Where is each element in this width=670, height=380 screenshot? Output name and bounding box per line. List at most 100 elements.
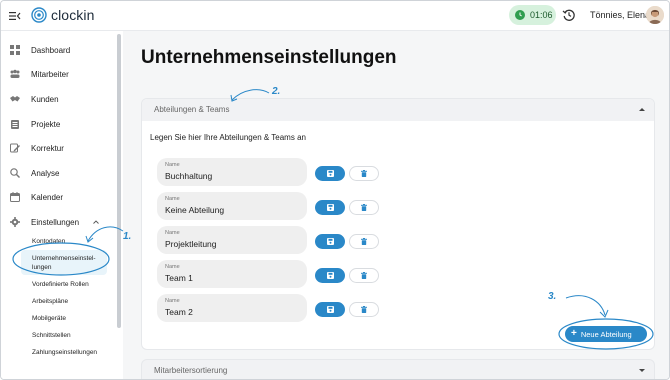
save-button[interactable] (315, 200, 345, 215)
save-icon (326, 272, 334, 279)
trash-icon (361, 272, 367, 279)
sidebar-subitem-unternehmenseinstellungen-line1[interactable]: Unternehmenseinstel- (32, 254, 96, 263)
sidebar-item-label: Einstellungen (31, 217, 80, 227)
clockin-logo[interactable]: clockin (31, 7, 95, 23)
trash-icon (361, 238, 367, 245)
sidebar-item-label: Analyse (31, 168, 60, 178)
sidebar-item-korrektur[interactable]: Korrektur (1, 138, 113, 158)
annotation-step-2: 2. (272, 86, 281, 97)
sidebar-subitem-zahlungseinstellungen[interactable]: Zahlungseinstellungen (32, 348, 97, 357)
sidebar-item-label: Kunden (31, 94, 59, 104)
team-name-field[interactable]: Name Keine Abteilung (157, 192, 307, 220)
field-value: Team 2 (165, 307, 193, 317)
history-icon[interactable] (562, 8, 576, 22)
trash-icon (361, 306, 367, 313)
sidebar-item-label: Projekte (31, 119, 61, 129)
add-department-button[interactable]: + Neue Abteilung (565, 326, 647, 342)
save-icon (326, 306, 334, 313)
sidebar-item-label: Korrektur (31, 143, 64, 153)
team-row: Name Buchhaltung (157, 158, 517, 186)
sidebar-subitem-vordefinierte-rollen[interactable]: Vordefinierte Rollen (32, 280, 89, 289)
save-button[interactable] (315, 302, 345, 317)
sidebar-item-kalender[interactable]: Kalender (1, 187, 113, 207)
sidebar-item-label: Kalender (31, 192, 64, 202)
save-icon (326, 170, 334, 177)
collapse-menu-icon[interactable] (9, 10, 21, 22)
field-label: Name (165, 196, 180, 202)
teams-description: Legen Sie hier Ihre Abteilungen & Teams … (150, 133, 306, 142)
sidebar-item-analyse[interactable]: Analyse (1, 163, 113, 183)
team-name-field[interactable]: Name Buchhaltung (157, 158, 307, 186)
timer-badge[interactable]: 01:06 (509, 5, 556, 25)
team-name-field[interactable]: Name Projektleitung (157, 226, 307, 254)
trash-icon (361, 170, 367, 177)
field-value: Keine Abteilung (165, 205, 225, 215)
sidebar-subitem-kontodaten[interactable]: Kontodaten (32, 237, 65, 246)
annotation-step-3: 3. (548, 291, 557, 302)
field-label: Name (165, 230, 180, 236)
edit-icon (10, 143, 20, 153)
clock-icon (515, 10, 525, 20)
timer-value: 01:06 (530, 10, 553, 20)
delete-button[interactable] (349, 268, 379, 283)
top-bar: clockin 01:06 Tönnies, Elena (1, 1, 669, 31)
sidebar-item-kunden[interactable]: Kunden (1, 89, 113, 109)
clipboard-icon (11, 120, 19, 129)
sidebar-subitem-mobilgeraete[interactable]: Mobilgeräte (32, 314, 66, 323)
plus-icon: + (571, 328, 577, 339)
gear-icon (10, 217, 20, 227)
delete-button[interactable] (349, 302, 379, 317)
people-icon (10, 69, 20, 78)
save-button[interactable] (315, 268, 345, 283)
team-row: Name Team 1 (157, 260, 517, 288)
sidebar-item-label: Dashboard (31, 45, 71, 55)
caret-down-icon (639, 369, 645, 372)
sidebar-subitem-unternehmenseinstellungen-line2[interactable]: lungen (32, 263, 52, 272)
sidebar-item-dashboard[interactable]: Dashboard (1, 40, 113, 60)
trash-icon (361, 204, 367, 211)
sidebar-scrollbar[interactable] (117, 34, 121, 328)
delete-button[interactable] (349, 166, 379, 181)
team-row: Name Team 2 (157, 294, 517, 322)
sidebar-item-projekte[interactable]: Projekte (1, 114, 113, 134)
delete-button[interactable] (349, 200, 379, 215)
teams-panel-header[interactable]: Abteilungen & Teams (142, 99, 654, 121)
field-label: Name (165, 162, 180, 168)
calendar-icon (10, 192, 20, 202)
user-photo-icon (646, 6, 664, 24)
team-row: Name Keine Abteilung (157, 192, 517, 220)
save-button[interactable] (315, 234, 345, 249)
caret-up-icon (639, 108, 645, 111)
teams-panel-title: Abteilungen & Teams (154, 105, 230, 114)
app-name: clockin (51, 7, 95, 23)
sidebar-subitem-schnittstellen[interactable]: Schnittstellen (32, 331, 71, 340)
employee-sorting-panel-header[interactable]: Mitarbeitersortierung (141, 359, 655, 379)
avatar[interactable] (646, 6, 664, 24)
field-label: Name (165, 264, 180, 270)
dashboard-icon (10, 45, 20, 55)
app-window: clockin 01:06 Tönnies, Elena Dashboard M… (0, 0, 670, 380)
sidebar-item-einstellungen[interactable]: Einstellungen (1, 212, 113, 232)
handshake-icon (10, 96, 20, 102)
team-row: Name Projektleitung (157, 226, 517, 254)
save-button[interactable] (315, 166, 345, 181)
field-value: Projektleitung (165, 239, 217, 249)
teams-panel: Abteilungen & Teams Legen Sie hier Ihre … (141, 98, 655, 350)
field-label: Name (165, 298, 180, 304)
team-name-field[interactable]: Name Team 2 (157, 294, 307, 322)
team-name-field[interactable]: Name Team 1 (157, 260, 307, 288)
sidebar-item-label: Mitarbeiter (31, 69, 69, 79)
clockin-logo-icon (31, 7, 47, 23)
sidebar-item-mitarbeiter[interactable]: Mitarbeiter (1, 64, 113, 84)
search-chart-icon (10, 168, 20, 178)
user-name[interactable]: Tönnies, Elena (590, 10, 650, 20)
page-title: Unternehmenseinstellungen (141, 47, 397, 68)
annotation-step-1: 1. (123, 231, 132, 242)
chevron-up-icon[interactable] (93, 220, 99, 224)
save-icon (326, 204, 334, 211)
field-value: Buchhaltung (165, 171, 213, 181)
field-value: Team 1 (165, 273, 193, 283)
sidebar-subitem-arbeitsplaene[interactable]: Arbeitspläne (32, 297, 68, 306)
save-icon (326, 238, 334, 245)
delete-button[interactable] (349, 234, 379, 249)
